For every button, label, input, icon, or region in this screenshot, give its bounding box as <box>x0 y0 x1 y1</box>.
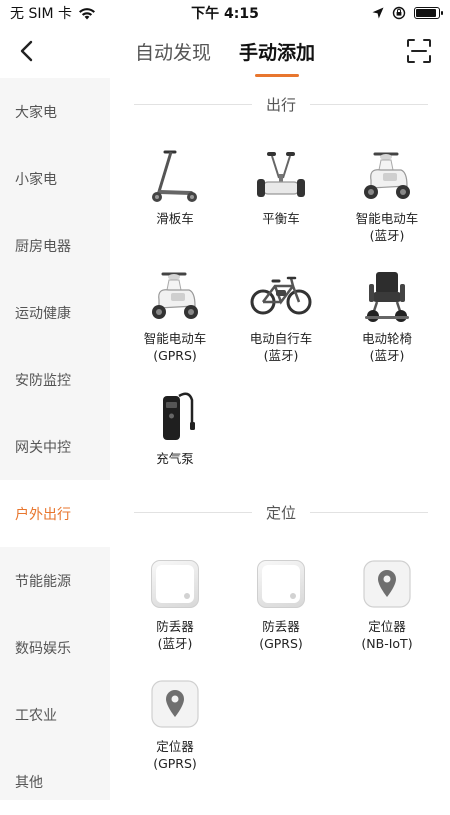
battery-level <box>416 9 436 17</box>
category-sidebar: 大家电 小家电 厨房电器 运动健康 安防监控 网关中控 户外出行 节能能源 数码… <box>0 78 110 800</box>
device-sublabel: (GPRS) <box>153 348 197 363</box>
sidebar-item-other[interactable]: 其他 <box>0 748 110 815</box>
device-sublabel: (GPRS) <box>153 756 197 771</box>
location-arrow-icon <box>372 7 384 19</box>
sidebar-item-label: 安防监控 <box>15 372 71 389</box>
sidebar-item-digital-entertainment[interactable]: 数码娱乐 <box>0 614 110 681</box>
sidebar-item-label: 工农业 <box>15 707 57 724</box>
tab-manual-add[interactable]: 手动添加 <box>237 38 317 77</box>
sidebar-item-label: 大家电 <box>15 104 57 121</box>
scan-button[interactable] <box>406 38 432 64</box>
tab-auto-discover[interactable]: 自动发现 <box>133 38 213 65</box>
section-title: 定位 <box>265 503 296 522</box>
sidebar-item-label: 数码娱乐 <box>15 640 71 657</box>
device-list: 出行 滑板车 平衡车 智能电动车 (蓝牙) 智能电动车 (GPRS) 电动自行车… <box>110 78 450 800</box>
device-item-e-moped-bluetooth[interactable]: 智能电动车 (蓝牙) <box>334 130 440 246</box>
device-sublabel: (蓝牙) <box>263 348 299 363</box>
status-right <box>372 6 443 20</box>
device-label: 防丢器 <box>262 619 300 634</box>
status-left: 无 SIM 卡 <box>10 3 96 23</box>
wifi-icon <box>79 7 95 19</box>
locator-pin-icon <box>355 552 419 616</box>
section-title: 出行 <box>265 95 296 114</box>
sidebar-item-kitchen[interactable]: 厨房电器 <box>0 212 110 279</box>
device-grid-travel: 滑板车 平衡车 智能电动车 (蓝牙) 智能电动车 (GPRS) 电动自行车 (蓝… <box>122 130 440 486</box>
sidebar-item-label: 小家电 <box>15 171 57 188</box>
e-moped-icon <box>143 264 207 328</box>
e-bike-icon <box>249 264 313 328</box>
e-moped-icon <box>355 144 419 208</box>
sidebar-item-label: 网关中控 <box>15 439 71 456</box>
device-item-air-pump[interactable]: 充气泵 <box>122 370 228 486</box>
device-item-locator-nbiot[interactable]: 定位器 (NB-IoT) <box>334 538 440 654</box>
device-label: 定位器 <box>156 739 194 754</box>
battery-icon <box>414 7 443 19</box>
device-item-balance-board[interactable]: 平衡车 <box>228 130 334 246</box>
device-sublabel: (NB-IoT) <box>361 636 413 651</box>
sidebar-item-label: 其他 <box>15 774 43 791</box>
divider <box>310 103 428 105</box>
device-label: 智能电动车 <box>355 211 419 226</box>
sidebar-item-sports-health[interactable]: 运动健康 <box>0 279 110 346</box>
sidebar-item-industry-agriculture[interactable]: 工农业 <box>0 681 110 748</box>
device-item-scooter[interactable]: 滑板车 <box>122 130 228 246</box>
sidebar-item-major-appliances[interactable]: 大家电 <box>0 78 110 145</box>
locator-pin-icon <box>143 672 207 736</box>
device-sublabel: (蓝牙) <box>369 228 405 243</box>
device-label: 电动轮椅 <box>361 331 412 346</box>
device-item-e-bike[interactable]: 电动自行车 (蓝牙) <box>228 250 334 366</box>
divider <box>133 103 252 105</box>
sidebar-item-security[interactable]: 安防监控 <box>0 346 110 413</box>
scan-icon <box>407 39 431 63</box>
divider <box>133 511 252 513</box>
sidebar-item-label: 节能能源 <box>15 573 71 590</box>
tab-manual-add-label: 手动添加 <box>239 41 316 64</box>
sidebar-item-label: 运动健康 <box>15 305 71 322</box>
tab-auto-discover-label: 自动发现 <box>134 41 211 64</box>
device-label: 防丢器 <box>156 619 194 634</box>
wheelchair-icon <box>355 264 419 328</box>
device-sublabel: (蓝牙) <box>157 636 193 651</box>
header: 自动发现 手动添加 <box>0 26 450 77</box>
sidebar-item-label: 户外出行 <box>15 506 71 523</box>
balance-board-icon <box>249 144 313 208</box>
tab-bar: 自动发现 手动添加 <box>0 26 450 77</box>
air-pump-icon <box>143 384 207 448</box>
sidebar-item-label: 厨房电器 <box>15 238 71 255</box>
section-header-location: 定位 <box>122 486 440 538</box>
device-label: 平衡车 <box>262 211 300 226</box>
carrier-text: 无 SIM 卡 <box>10 6 72 22</box>
device-item-wheelchair[interactable]: 电动轮椅 (蓝牙) <box>334 250 440 366</box>
active-tab-indicator <box>255 73 299 77</box>
device-item-tracker-bluetooth[interactable]: 防丢器 (蓝牙) <box>122 538 228 654</box>
device-label: 定位器 <box>368 619 406 634</box>
tracker-tag-icon <box>249 552 313 616</box>
divider <box>310 511 428 513</box>
rotation-lock-icon <box>392 6 406 20</box>
content-area: 大家电 小家电 厨房电器 运动健康 安防监控 网关中控 户外出行 节能能源 数码… <box>0 78 450 800</box>
tracker-tag-icon <box>143 552 207 616</box>
section-header-travel: 出行 <box>122 78 440 130</box>
device-item-locator-gprs[interactable]: 定位器 (GPRS) <box>122 658 228 774</box>
device-item-tracker-gprs[interactable]: 防丢器 (GPRS) <box>228 538 334 654</box>
device-grid-location: 防丢器 (蓝牙) 防丢器 (GPRS) 定位器 (NB-IoT) 定位器 (GP… <box>122 538 440 774</box>
sidebar-item-energy[interactable]: 节能能源 <box>0 547 110 614</box>
scooter-icon <box>143 144 207 208</box>
device-sublabel: (蓝牙) <box>369 348 405 363</box>
sidebar-item-outdoor-travel[interactable]: 户外出行 <box>0 480 110 547</box>
status-bar: 无 SIM 卡 下午 4:15 <box>0 0 450 26</box>
sidebar-item-gateway[interactable]: 网关中控 <box>0 413 110 480</box>
device-label: 滑板车 <box>156 211 194 226</box>
device-label: 充气泵 <box>156 451 194 466</box>
device-sublabel: (GPRS) <box>259 636 303 651</box>
device-label: 电动自行车 <box>249 331 313 346</box>
device-item-e-moped-gprs[interactable]: 智能电动车 (GPRS) <box>122 250 228 366</box>
sidebar-item-small-appliances[interactable]: 小家电 <box>0 145 110 212</box>
device-label: 智能电动车 <box>143 331 207 346</box>
